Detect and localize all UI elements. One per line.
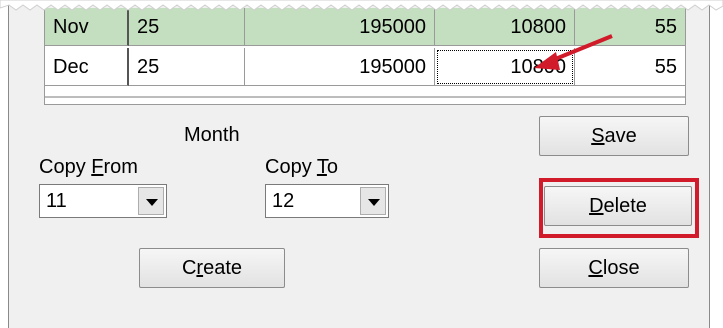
cell-col1[interactable]: 25 [129,48,245,86]
cell-col4[interactable]: 55 [575,48,685,86]
cell-col4[interactable]: 55 [575,8,685,46]
cell-month[interactable]: Nov [45,8,129,46]
copy-to-label: Copy To [265,156,339,178]
copy-from-value: 11 [46,190,67,212]
cell-col3[interactable]: 10800 [435,8,575,46]
table-row[interactable]: Nov 25 195000 10800 55 [45,8,685,46]
cell-col2[interactable]: 195000 [245,8,435,46]
cell-col3-focused[interactable]: 10800 [435,48,575,86]
cell-month[interactable]: Dec [45,48,129,86]
copy-from-label: Copy From [39,156,138,178]
copy-to-select[interactable]: 12 [265,184,389,218]
delete-callout-box [539,178,699,238]
budget-grid: Nov 25 195000 10800 55 Dec 25 195000 108… [44,8,686,105]
dialog-panel: Nov 25 195000 10800 55 Dec 25 195000 108… [8,0,710,328]
table-row[interactable]: Dec 25 195000 10800 55 [45,48,685,86]
cell-col1[interactable]: 25 [129,8,245,46]
copy-from-select[interactable]: 11 [39,184,167,218]
create-button[interactable]: Create [139,248,285,288]
save-button[interactable]: Save [539,116,689,156]
cell-col2[interactable]: 195000 [245,48,435,86]
month-label: Month [184,124,240,146]
chevron-down-icon[interactable] [138,187,164,215]
copy-to-value: 12 [272,190,295,212]
chevron-down-icon[interactable] [360,187,386,215]
grid-scroll-edge [45,96,685,98]
close-button[interactable]: Close [539,248,689,288]
